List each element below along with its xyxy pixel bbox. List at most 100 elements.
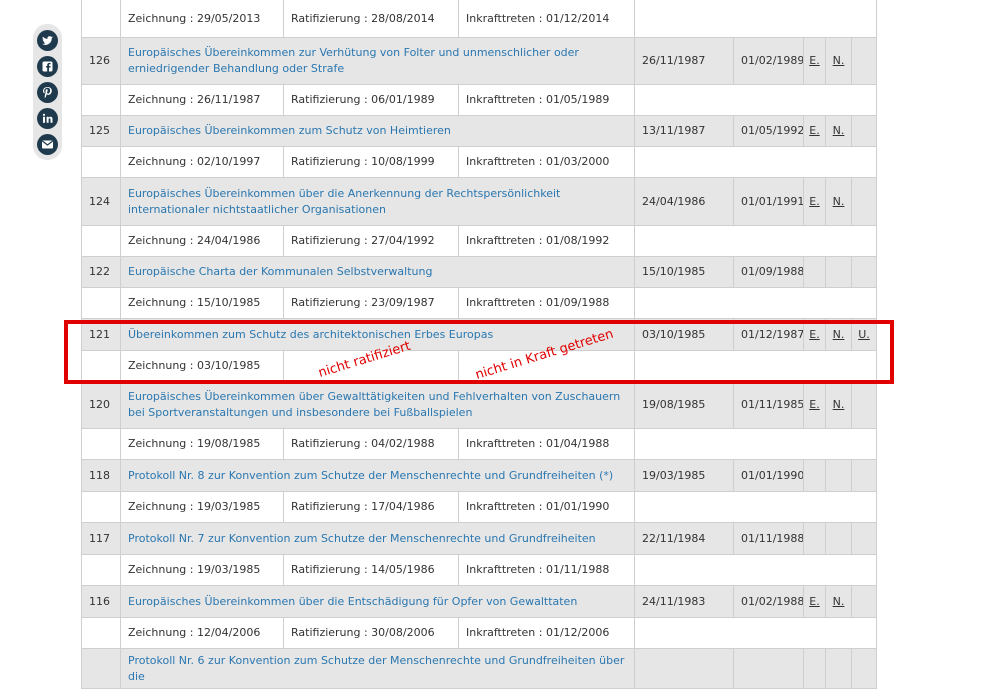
email-icon[interactable] bbox=[37, 134, 58, 155]
ratification-date: Ratifizierung : 17/04/1986 bbox=[283, 491, 459, 523]
signature-row: Zeichnung : 12/04/2006 Ratifizierung : 3… bbox=[81, 617, 877, 649]
explanatory-link[interactable]: E. bbox=[809, 398, 819, 411]
treaty-title-link[interactable]: Protokoll Nr. 6 zur Konvention zum Schut… bbox=[128, 654, 624, 683]
treaty-title-link[interactable]: Europäisches Übereinkommen zur Verhütung… bbox=[128, 46, 579, 75]
treaty-row: 125 Europäisches Übereinkommen zum Schut… bbox=[81, 115, 877, 147]
ratification-date: Ratifizierung : 10/08/1999 bbox=[283, 146, 459, 178]
entry-date: 01/01/1990 bbox=[733, 459, 804, 492]
entry-date: 01/11/1988 bbox=[733, 522, 804, 555]
signature-date: Zeichnung : 12/04/2006 bbox=[120, 617, 284, 649]
treaty-title-link[interactable]: Europäisches Übereinkommen zum Schutz vo… bbox=[128, 124, 451, 137]
treaty-number: 121 bbox=[81, 318, 121, 351]
treaty-number: 124 bbox=[81, 177, 121, 226]
entry-date: 01/02/1988 bbox=[733, 585, 804, 618]
treaty-row: 121 Übereinkommen zum Schutz des archite… bbox=[81, 318, 877, 351]
treaty-number: 125 bbox=[81, 115, 121, 147]
treaty-number bbox=[81, 648, 121, 689]
entry-into-force-date: Inkrafttreten : 01/11/1988 bbox=[458, 554, 635, 586]
notes-link[interactable]: N. bbox=[833, 398, 845, 411]
signature-row: Zeichnung : 19/08/1985 Ratifizierung : 0… bbox=[81, 428, 877, 460]
explanatory-link[interactable]: E. bbox=[809, 595, 819, 608]
treaty-row: 116 Europäisches Übereinkommen über die … bbox=[81, 585, 877, 618]
treaty-number: 120 bbox=[81, 381, 121, 429]
treaty-title-link[interactable]: Protokoll Nr. 8 zur Konvention zum Schut… bbox=[128, 469, 613, 482]
treaty-row: 126 Europäisches Übereinkommen zur Verhü… bbox=[81, 37, 877, 85]
ratification-date: Ratifizierung : 04/02/1988 bbox=[283, 428, 459, 460]
social-share-bar bbox=[33, 24, 62, 160]
signature-date: Zeichnung : 19/08/1985 bbox=[120, 428, 284, 460]
treaty-row: 118 Protokoll Nr. 8 zur Konvention zum S… bbox=[81, 459, 877, 492]
treaty-number: 118 bbox=[81, 459, 121, 492]
treaty-title-link[interactable]: Europäisches Übereinkommen über die Aner… bbox=[128, 187, 560, 216]
explanatory-link[interactable]: E. bbox=[809, 54, 819, 67]
signature-date: Zeichnung : 29/05/2013 bbox=[120, 0, 284, 38]
explanatory-link[interactable]: E. bbox=[809, 328, 819, 341]
pinterest-icon[interactable] bbox=[37, 82, 58, 103]
signature-row: Zeichnung : 26/11/1987 Ratifizierung : 0… bbox=[81, 84, 877, 116]
signature-row: Zeichnung : 19/03/1985 Ratifizierung : 1… bbox=[81, 491, 877, 523]
linkedin-icon[interactable] bbox=[37, 108, 58, 129]
ratification-date: Ratifizierung : 30/08/2006 bbox=[283, 617, 459, 649]
signature-date: Zeichnung : 24/04/1986 bbox=[120, 225, 284, 257]
facebook-icon[interactable] bbox=[37, 56, 58, 77]
signature-date: Zeichnung : 19/03/1985 bbox=[120, 491, 284, 523]
signature-row: Zeichnung : 24/04/1986 Ratifizierung : 2… bbox=[81, 225, 877, 257]
ratification-date: Ratifizierung : 06/01/1989 bbox=[283, 84, 459, 116]
treaty-row: 124 Europäisches Übereinkommen über die … bbox=[81, 177, 877, 226]
reservations-link[interactable]: U. bbox=[858, 328, 870, 341]
signature-row: Zeichnung : 29/05/2013 Ratifizierung : 2… bbox=[81, 0, 877, 38]
opening-date: 03/10/1985 bbox=[634, 318, 734, 351]
entry-date: 01/05/1992 bbox=[733, 115, 804, 147]
opening-date: 15/10/1985 bbox=[634, 256, 734, 288]
opening-date: 13/11/1987 bbox=[634, 115, 734, 147]
twitter-icon[interactable] bbox=[37, 30, 58, 51]
opening-date: 22/11/1984 bbox=[634, 522, 734, 555]
opening-date: 24/04/1986 bbox=[634, 177, 734, 226]
entry-into-force-date: Inkrafttreten : 01/03/2000 bbox=[458, 146, 635, 178]
notes-link[interactable]: N. bbox=[833, 328, 845, 341]
notes-link[interactable]: N. bbox=[833, 54, 845, 67]
opening-date: 24/11/1983 bbox=[634, 585, 734, 618]
entry-date: 01/11/1985 bbox=[733, 381, 804, 429]
entry-into-force-date: Inkrafttreten : 01/04/1988 bbox=[458, 428, 635, 460]
treaty-number: 116 bbox=[81, 585, 121, 618]
signature-date: Zeichnung : 03/10/1985 bbox=[120, 350, 284, 382]
entry-into-force-date: Inkrafttreten : 01/05/1989 bbox=[458, 84, 635, 116]
treaty-row: Protokoll Nr. 6 zur Konvention zum Schut… bbox=[81, 648, 877, 689]
signature-date: Zeichnung : 15/10/1985 bbox=[120, 287, 284, 319]
ratification-date: Ratifizierung : 28/08/2014 bbox=[283, 0, 459, 38]
treaty-row: 117 Protokoll Nr. 7 zur Konvention zum S… bbox=[81, 522, 877, 555]
signature-row: Zeichnung : 19/03/1985 Ratifizierung : 1… bbox=[81, 554, 877, 586]
treaty-title-link[interactable]: Protokoll Nr. 7 zur Konvention zum Schut… bbox=[128, 532, 596, 545]
entry-date: 01/01/1991 bbox=[733, 177, 804, 226]
signature-row: Zeichnung : 02/10/1997 Ratifizierung : 1… bbox=[81, 146, 877, 178]
treaty-title-link[interactable]: Europäische Charta der Kommunalen Selbst… bbox=[128, 265, 432, 278]
entry-into-force-date: Inkrafttreten : 01/08/1992 bbox=[458, 225, 635, 257]
signature-date: Zeichnung : 19/03/1985 bbox=[120, 554, 284, 586]
treaty-title-link[interactable]: Übereinkommen zum Schutz des architekton… bbox=[128, 328, 493, 341]
treaty-number: 122 bbox=[81, 256, 121, 288]
notes-link[interactable]: N. bbox=[833, 195, 845, 208]
opening-date: 19/08/1985 bbox=[634, 381, 734, 429]
notes-link[interactable]: N. bbox=[833, 124, 845, 137]
entry-date: 01/12/1987 bbox=[733, 318, 804, 351]
entry-into-force-date: Inkrafttreten : 01/12/2014 bbox=[458, 0, 635, 38]
treaty-row: 122 Europäische Charta der Kommunalen Se… bbox=[81, 256, 877, 288]
opening-date: 19/03/1985 bbox=[634, 459, 734, 492]
ratification-date: Ratifizierung : 14/05/1986 bbox=[283, 554, 459, 586]
signature-date: Zeichnung : 26/11/1987 bbox=[120, 84, 284, 116]
explanatory-link[interactable]: E. bbox=[809, 124, 819, 137]
notes-link[interactable]: N. bbox=[833, 595, 845, 608]
treaty-table: Zeichnung : 29/05/2013 Ratifizierung : 2… bbox=[81, 0, 877, 689]
entry-date: 01/02/1989 bbox=[733, 37, 804, 85]
signature-date: Zeichnung : 02/10/1997 bbox=[120, 146, 284, 178]
explanatory-link[interactable]: E. bbox=[809, 195, 819, 208]
treaty-title-link[interactable]: Europäisches Übereinkommen über die Ents… bbox=[128, 595, 577, 608]
entry-into-force-date: Inkrafttreten : 01/09/1988 bbox=[458, 287, 635, 319]
entry-into-force-date: Inkrafttreten : 01/12/2006 bbox=[458, 617, 635, 649]
entry-date: 01/09/1988 bbox=[733, 256, 804, 288]
ratification-date: Ratifizierung : 23/09/1987 bbox=[283, 287, 459, 319]
ratification-date: Ratifizierung : 27/04/1992 bbox=[283, 225, 459, 257]
treaty-title-link[interactable]: Europäisches Übereinkommen über Gewalttä… bbox=[128, 390, 620, 419]
treaty-number: 126 bbox=[81, 37, 121, 85]
